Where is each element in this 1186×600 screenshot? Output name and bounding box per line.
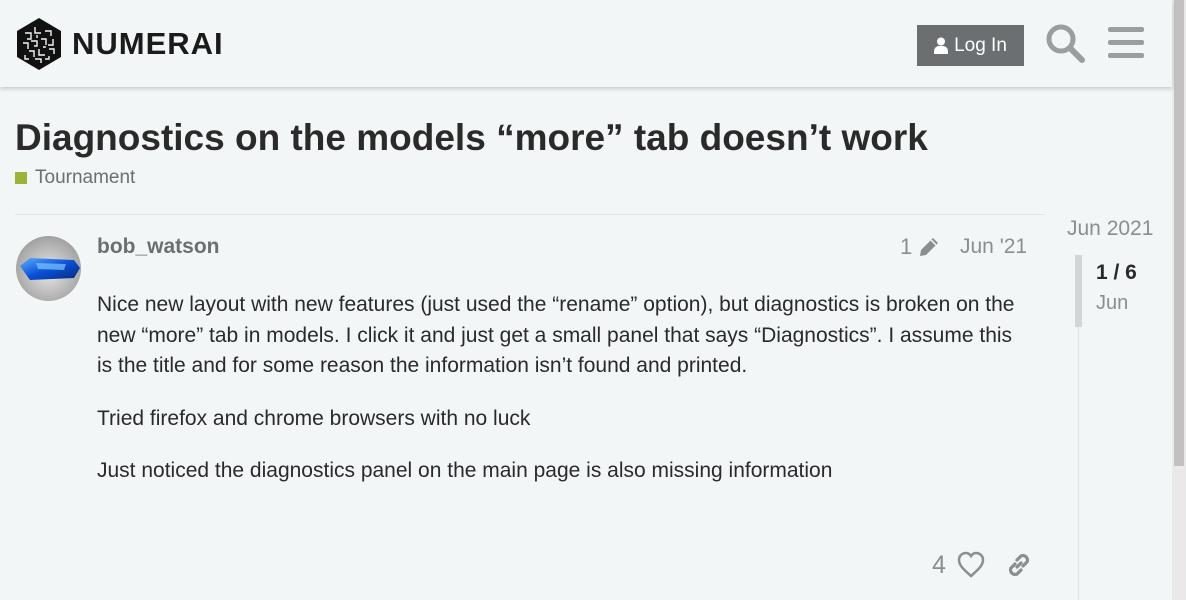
edit-history-button[interactable]: 1 xyxy=(900,234,940,260)
user-avatar-image xyxy=(16,236,81,301)
topic-divider xyxy=(15,214,1045,215)
site-header: NUMERAI Log In xyxy=(0,0,1172,87)
link-icon xyxy=(1008,553,1030,577)
login-button[interactable]: Log In xyxy=(917,25,1024,66)
share-link-button[interactable] xyxy=(1005,551,1033,579)
post-body: Nice new layout with new features (just … xyxy=(97,290,1032,509)
numerai-cube-logo-icon xyxy=(17,18,61,70)
topic-title[interactable]: Diagnostics on the models “more” tab doe… xyxy=(15,117,928,159)
user-icon xyxy=(934,37,949,54)
post-username[interactable]: bob_watson xyxy=(97,235,220,259)
post-date[interactable]: Jun '21 xyxy=(960,235,1027,259)
search-icon xyxy=(1046,24,1085,63)
brand-name: NUMERAI xyxy=(72,26,224,61)
like-button[interactable] xyxy=(957,551,985,579)
timeline-start-date[interactable]: Jun 2021 xyxy=(1067,217,1153,241)
timeline-current-date: Jun xyxy=(1096,292,1129,314)
avatar[interactable] xyxy=(16,236,81,301)
search-button[interactable] xyxy=(1045,23,1085,63)
pencil-icon xyxy=(920,238,939,256)
hamburger-menu-icon xyxy=(1108,27,1144,58)
post-paragraph: Nice new layout with new features (just … xyxy=(97,293,1015,377)
category-color-badge xyxy=(15,172,27,184)
login-label: Log In xyxy=(954,34,1007,56)
timeline-position: 1 / 6 xyxy=(1096,261,1137,284)
scrollbar-thumb[interactable] xyxy=(1174,0,1184,466)
hamburger-menu-button[interactable] xyxy=(1108,26,1144,60)
category-name: Tournament xyxy=(35,167,136,188)
site-logo[interactable]: NUMERAI xyxy=(15,17,224,71)
heart-icon xyxy=(957,551,985,578)
post-paragraph: Tried firefox and chrome browsers with n… xyxy=(97,406,531,430)
post-paragraph: Just noticed the diagnostics panel on th… xyxy=(97,459,833,482)
category-link[interactable]: Tournament xyxy=(15,167,135,189)
edit-count: 1 xyxy=(900,234,913,259)
like-count[interactable]: 4 xyxy=(932,551,946,580)
timeline-handle[interactable] xyxy=(1075,255,1082,327)
